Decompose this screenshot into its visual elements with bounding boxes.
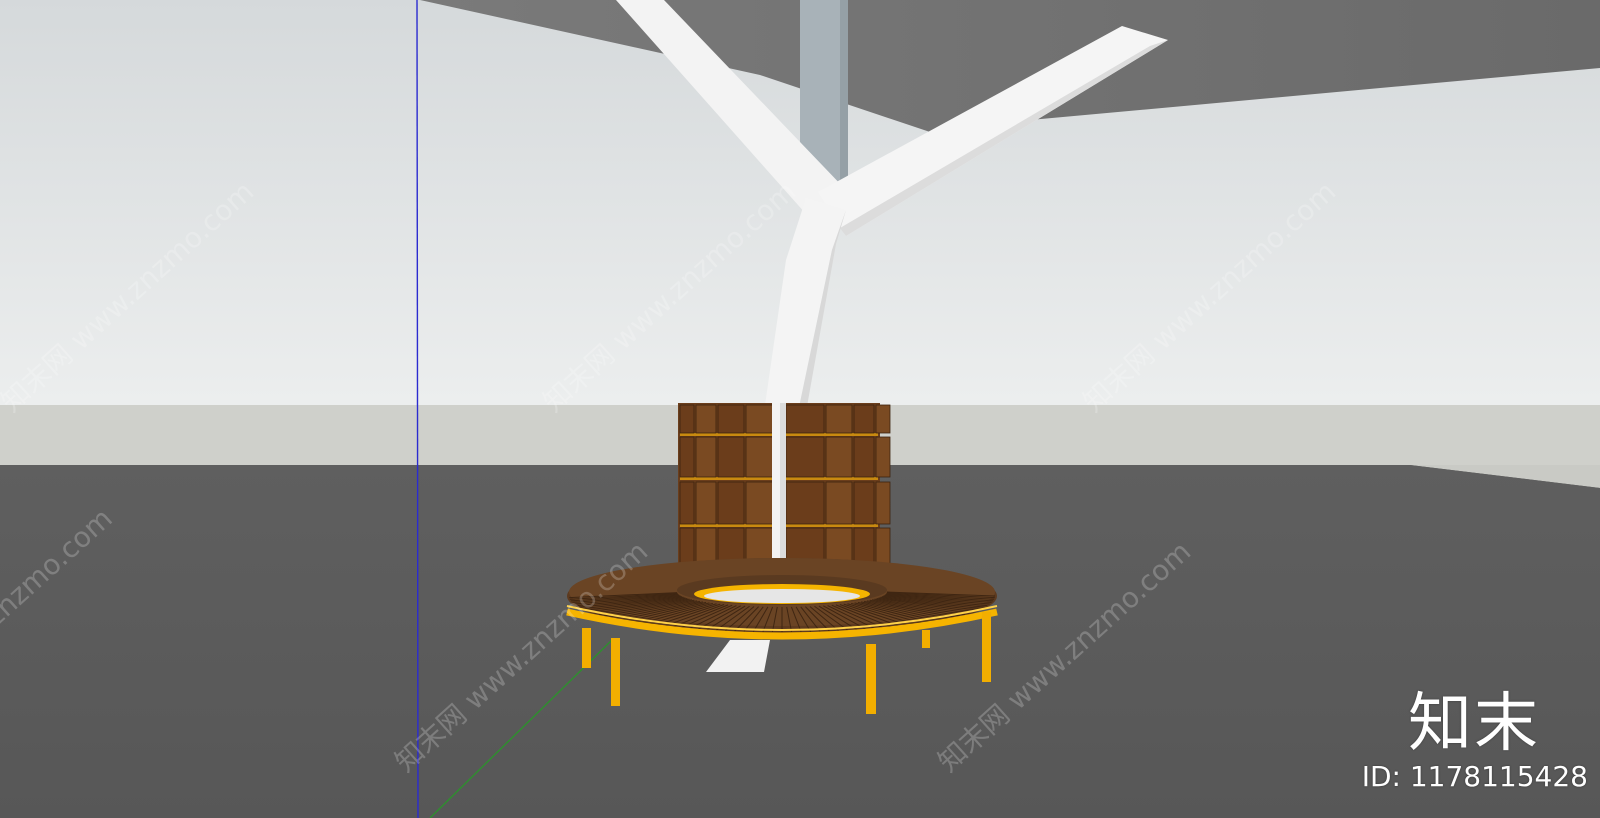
axis-blue [416,0,419,818]
concrete-column-shade [840,0,848,188]
brand-logo-text: 知末 [1408,687,1540,761]
asset-id-label: ID: 1178115428 [1361,760,1588,793]
model-viewport-scene[interactable] [0,0,1600,818]
viewport[interactable]: 知末网 www.znzmo.com 知末网 www.znzmo.com 知末网 … [0,0,1600,818]
